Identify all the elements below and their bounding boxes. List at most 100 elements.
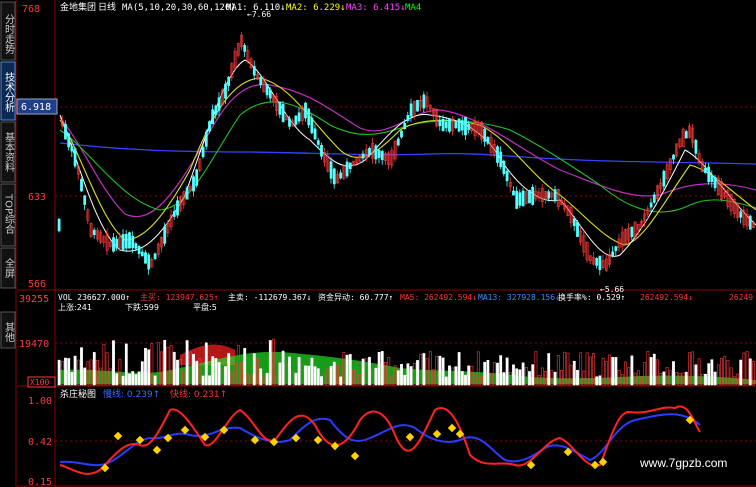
candle-body (614, 246, 618, 252)
price-label-low: 566 (28, 279, 46, 290)
volume-bar (502, 372, 506, 386)
candle-body (409, 103, 413, 117)
tab-technical[interactable]: 技术分析 (0, 61, 16, 121)
tab-other-label: 其他 (3, 322, 15, 343)
tab-fullscreen[interactable]: 全屏 (0, 247, 16, 289)
volume-bar (313, 366, 317, 386)
candle-body (316, 140, 320, 145)
volume-bar (416, 360, 419, 386)
volume-bar (576, 369, 579, 386)
volume-bar (710, 359, 714, 386)
candle-body (598, 255, 602, 271)
candle-body (201, 146, 205, 158)
volume-bar (294, 372, 298, 386)
candle-body (694, 139, 698, 154)
candle-body (192, 176, 195, 192)
candle-body (144, 252, 147, 264)
volume-bar (409, 366, 413, 386)
ind-label-low: 0.15 (28, 477, 52, 487)
volume-bar (304, 365, 307, 386)
volume-bar (739, 359, 743, 386)
candle-body (444, 121, 448, 129)
flat-count: 平盘:5 (193, 302, 217, 312)
candle-body (416, 100, 419, 112)
candle-body (704, 167, 707, 174)
candle-body (259, 77, 263, 86)
volume-bar (278, 362, 282, 386)
tab-intraday[interactable]: 分时走势 (0, 1, 16, 61)
volume-bar (512, 364, 515, 386)
volume-bar (403, 374, 407, 386)
volume-bar (172, 351, 176, 386)
candle-body (80, 179, 83, 192)
tab-top[interactable]: TOP综合 (0, 183, 16, 247)
volume-bar (288, 356, 291, 386)
volume-bar (195, 360, 199, 386)
volume-bar (547, 353, 551, 386)
candle-body (441, 118, 445, 132)
tab-fundamentals[interactable]: 基本资料 (0, 121, 16, 183)
candle-body (339, 172, 343, 179)
candle-body (281, 104, 285, 122)
candle-body (252, 66, 256, 76)
tab-other[interactable]: 其他 (0, 311, 16, 349)
vol-ma13-value: MA13: 327928.156↓ (478, 293, 560, 302)
vol-extra-value: 262492.594↓ (640, 293, 693, 302)
candle-body (531, 186, 535, 205)
candle-body (739, 211, 743, 218)
volume-bar (115, 373, 119, 386)
volume-bar (518, 369, 522, 386)
candle-body (361, 153, 365, 159)
candle-body (204, 131, 208, 147)
candle-body (374, 145, 378, 160)
candle-body (227, 76, 231, 86)
down-count: 下跌:599 (125, 302, 159, 312)
ma4-value: MA4 (405, 3, 421, 13)
volume-bar (131, 371, 135, 386)
candle-body (512, 190, 515, 196)
candle-body (214, 105, 218, 116)
tab-top-label: TOP综合 (3, 193, 15, 235)
tab-fundamentals-label: 基本资料 (3, 131, 15, 173)
volume-bar (137, 371, 141, 386)
volume-bar (140, 361, 144, 386)
candle-body (329, 161, 333, 179)
candle-body (406, 115, 410, 121)
ma2-value: MA2: 6.229↓ (286, 3, 346, 13)
candle-body (172, 211, 176, 217)
vol-extra-value-2: 26249 (729, 293, 753, 302)
candle-body (217, 97, 221, 111)
volume-bar (144, 347, 147, 386)
candle-body (348, 162, 352, 170)
volume-bar (400, 364, 403, 386)
candle-body (448, 118, 451, 132)
candle-body (515, 190, 519, 209)
volume-bar (377, 352, 381, 386)
volume-bar (505, 357, 509, 386)
volume-bar (483, 361, 487, 386)
volume-bar (422, 353, 426, 386)
candle-body (124, 233, 128, 249)
candle-body (576, 221, 579, 237)
candle-body (140, 251, 144, 257)
candle-body (572, 218, 576, 227)
candle-body (438, 119, 442, 127)
candle-body (320, 145, 323, 157)
candle-body (672, 154, 675, 160)
candle-body (460, 120, 464, 131)
candle-body (595, 258, 599, 266)
price-header: 金地集团 日线 MA(5,10,20,30,60,120) MA1: 6.110… (60, 1, 421, 13)
volume-bar (345, 354, 349, 386)
candle-body (377, 149, 381, 159)
volume-bar (201, 375, 205, 386)
stock-name: 金地集团 (60, 1, 96, 13)
candle-body (185, 187, 189, 200)
volume-bar (531, 364, 535, 386)
volume-bar (297, 357, 301, 386)
volume-bar (73, 355, 77, 386)
candle-body (208, 121, 211, 132)
candle-body (313, 128, 317, 140)
ind-label-top: 1.00 (28, 396, 52, 407)
volume-bar (521, 362, 525, 386)
candle-body (502, 160, 506, 175)
